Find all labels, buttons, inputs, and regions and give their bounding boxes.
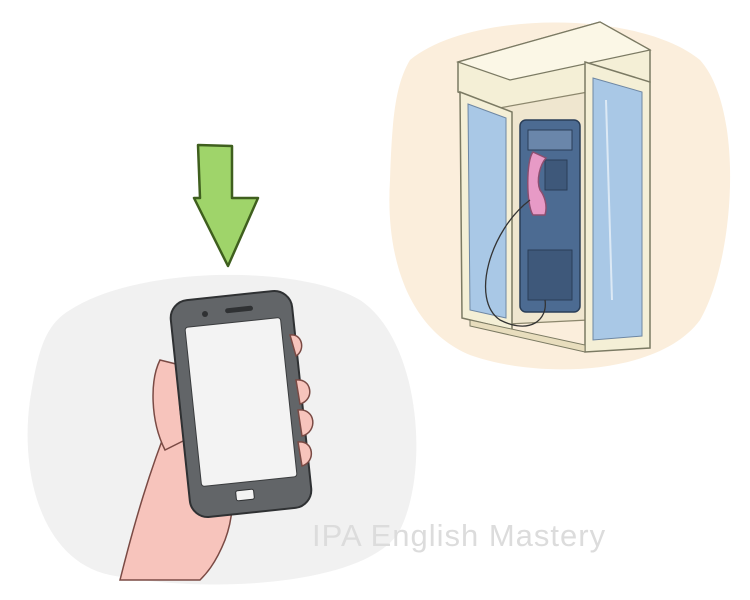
down-arrow-icon — [192, 143, 260, 268]
watermark-text: IPA English Mastery — [312, 518, 607, 553]
phone-booth-icon — [455, 21, 652, 353]
illustration — [27, 21, 731, 585]
